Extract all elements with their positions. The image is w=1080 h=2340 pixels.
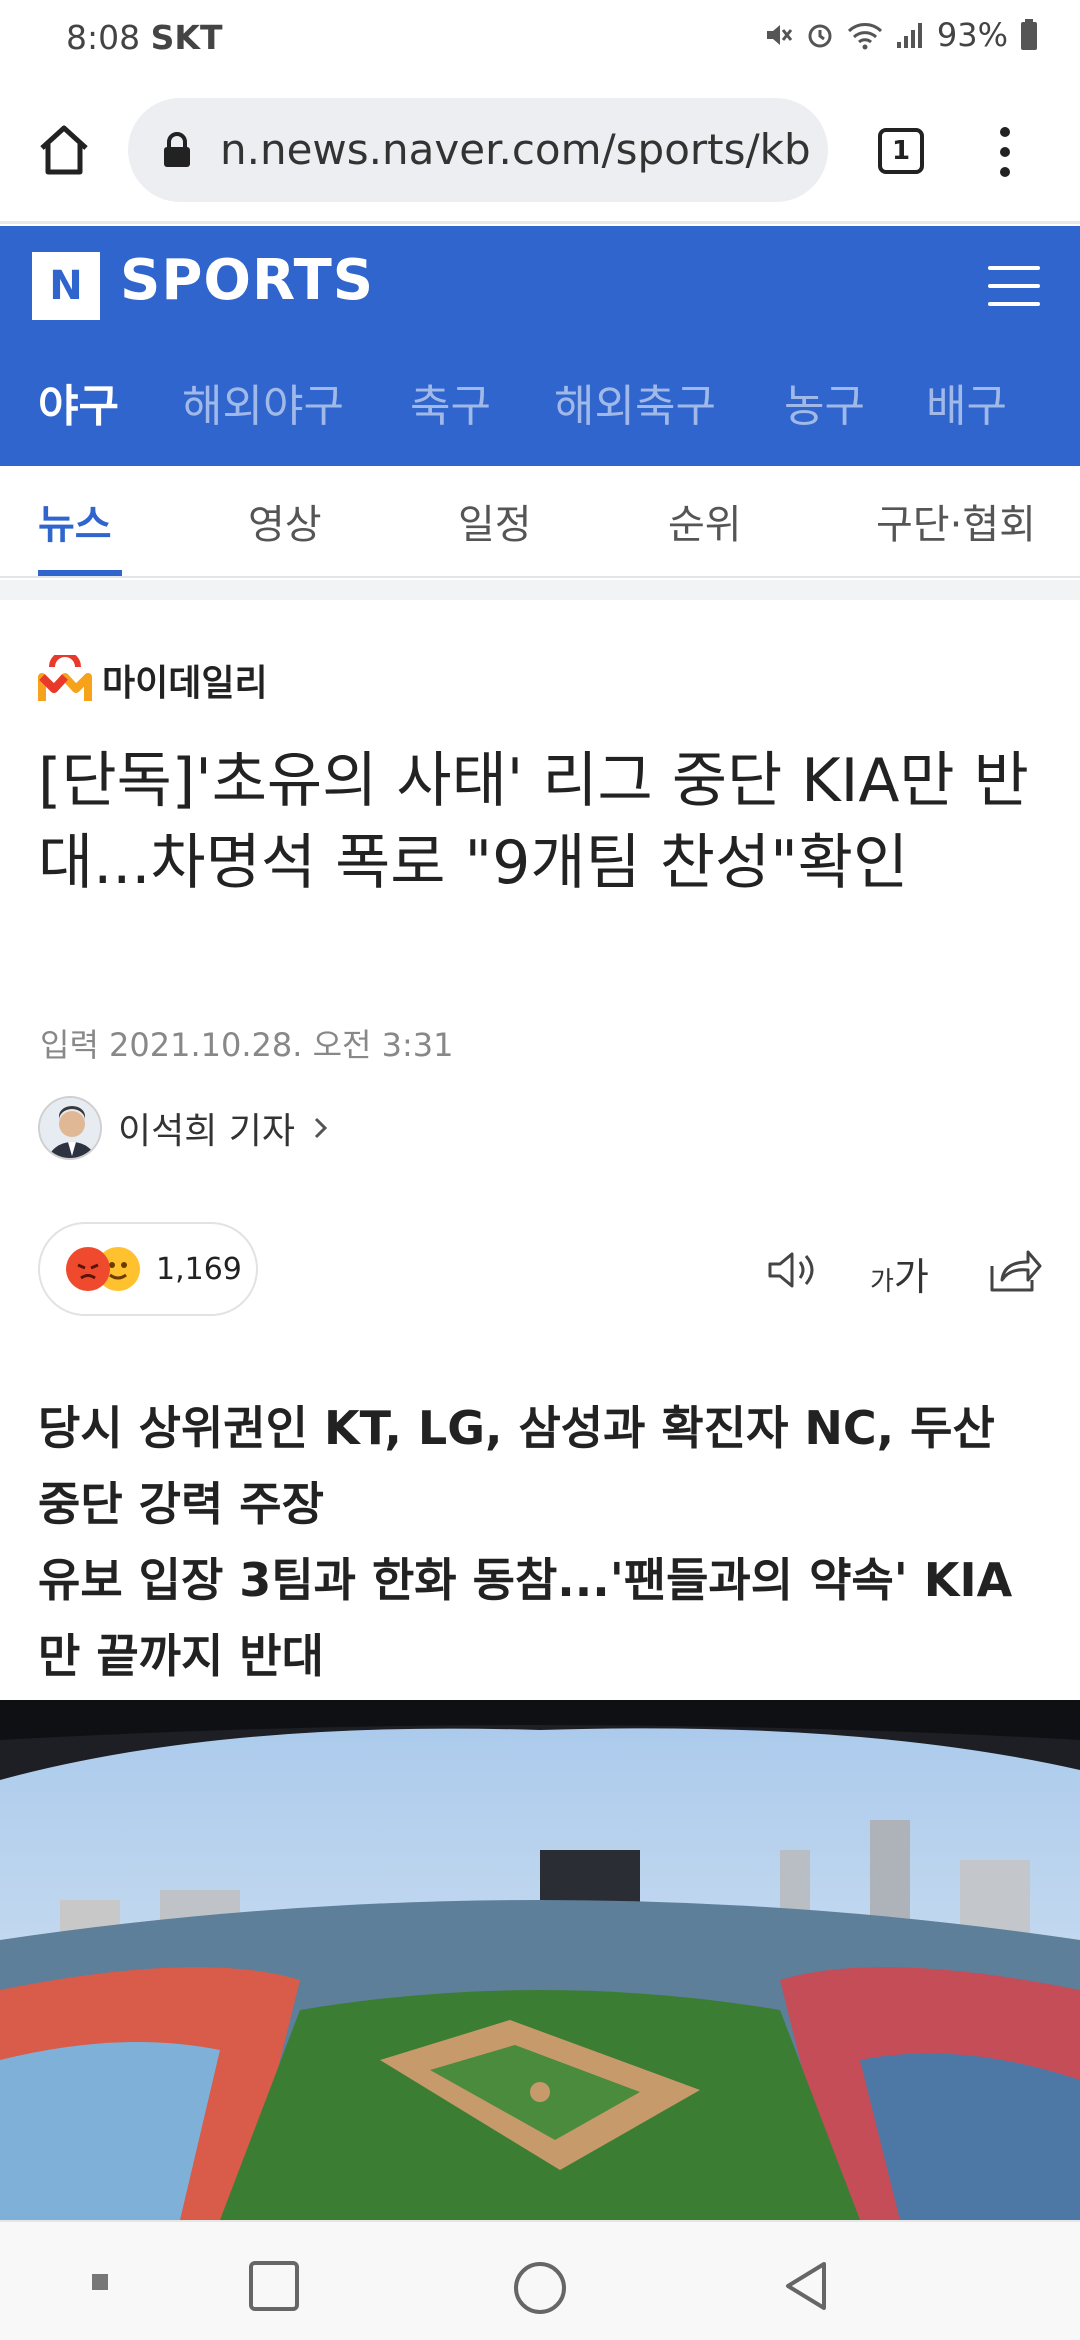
stadium-image: [0, 1700, 1080, 2220]
tab-teams[interactable]: 구단·협회: [876, 492, 1036, 550]
address-bar[interactable]: n.news.naver.com/sports/kb: [128, 98, 828, 202]
signal-icon: [896, 23, 922, 48]
article-photo[interactable]: [0, 1700, 1080, 2220]
sport-tabs: 야구 해외야구 축구 해외축구 농구 배구: [0, 356, 1080, 446]
angry-emoji-icon: [66, 1247, 110, 1291]
chevron-right-icon: [314, 1117, 328, 1139]
tab-news[interactable]: 뉴스: [38, 492, 112, 550]
alarm-icon: [808, 24, 832, 48]
divider: [0, 580, 1080, 600]
article-date: 입력 2021.10.28. 오전 3:31: [40, 1026, 454, 1064]
speaker-icon[interactable]: [762, 1240, 822, 1300]
home-icon[interactable]: [34, 120, 94, 180]
battery-text: 93%: [936, 16, 1008, 54]
dot-icon: [92, 2274, 108, 2290]
browser-toolbar: n.news.naver.com/sports/kb 1: [0, 74, 1080, 224]
reporter-name: 이석희 기자: [118, 1111, 296, 1152]
clock-text: 8:08: [66, 18, 141, 57]
press-name: 마이데일리: [102, 663, 268, 704]
url-text: n.news.naver.com/sports/kb: [220, 125, 811, 174]
section-tabs: 뉴스 영상 일정 순위 구단·협회: [0, 466, 1080, 578]
share-icon[interactable]: [984, 1240, 1044, 1300]
press-logo[interactable]: 마이데일리: [38, 654, 268, 706]
status-bar: 8:08 SKT 93%: [0, 0, 1080, 74]
sports-header: N SPORTS 야구 해외야구 축구 해외축구 농구 배구: [0, 226, 1080, 466]
lock-icon: [164, 132, 190, 167]
article-headline: [단독]'초유의 사태' 리그 중단 KIA만 반대...차명석 폭로 "9개팀…: [38, 746, 1029, 898]
status-time: 8:08 SKT: [66, 18, 222, 57]
tab-schedule[interactable]: 일정: [458, 492, 532, 550]
mydaily-logo-icon: [38, 655, 92, 701]
menu-icon[interactable]: [988, 266, 1040, 306]
more-icon[interactable]: [993, 122, 1017, 182]
tab-video[interactable]: 영상: [248, 492, 322, 550]
tabs-icon[interactable]: 1: [878, 128, 924, 174]
reporter-avatar: [38, 1096, 102, 1160]
recents-icon[interactable]: [248, 2260, 300, 2312]
home-nav-icon[interactable]: [512, 2260, 568, 2316]
wifi-icon: [847, 23, 882, 50]
tab-overseas-soccer[interactable]: 해외축구: [554, 370, 716, 434]
reaction-count: 1,169: [156, 1251, 242, 1287]
reporter-link[interactable]: 이석희 기자: [38, 1096, 331, 1160]
tab-standings[interactable]: 순위: [668, 492, 742, 550]
font-size-small: 가: [870, 1267, 894, 1297]
mute-icon: [766, 25, 793, 45]
back-icon[interactable]: [780, 2260, 832, 2312]
reaction-button[interactable]: 1,169: [38, 1222, 258, 1316]
tab-soccer[interactable]: 축구: [410, 370, 491, 434]
sports-title[interactable]: SPORTS: [120, 248, 374, 313]
tab-baseball[interactable]: 야구: [38, 370, 119, 434]
tab-volleyball[interactable]: 배구: [926, 370, 1007, 434]
tab-basketball[interactable]: 농구: [784, 370, 865, 434]
battery-icon: [1021, 19, 1037, 50]
subtitle-line-1: 당시 상위권인 KT, LG, 삼성과 확진자 NC, 두산 중단 강력 주장: [38, 1401, 995, 1531]
active-tab-indicator: [38, 570, 122, 576]
status-icons: 93%: [763, 16, 1038, 54]
font-size-icon[interactable]: 가가: [870, 1246, 929, 1301]
tab-overseas-baseball[interactable]: 해외야구: [182, 370, 344, 434]
article-subtitle: 당시 상위권인 KT, LG, 삼성과 확진자 NC, 두산 중단 강력 주장 …: [38, 1390, 1048, 1694]
subtitle-line-2: 유보 입장 3팀과 한화 동참...'팬들과의 약속' KIA만 끝까지 반대: [38, 1553, 1013, 1683]
naver-logo[interactable]: N: [32, 252, 100, 320]
system-nav-bar: [0, 2220, 1080, 2340]
carrier-text: SKT: [150, 18, 223, 57]
font-size-large: 가: [893, 1255, 929, 1299]
